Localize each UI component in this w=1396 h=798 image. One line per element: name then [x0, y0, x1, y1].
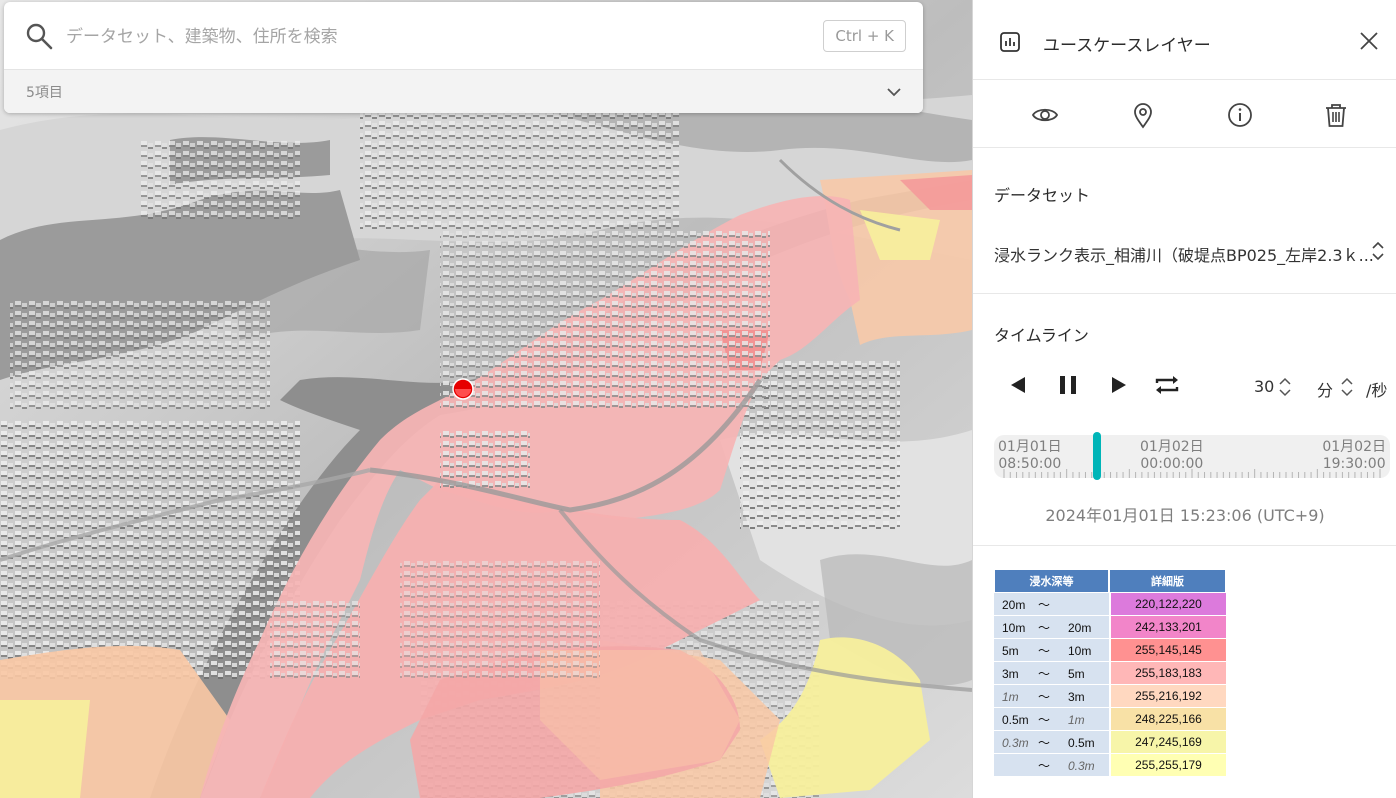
- legend-color-value: 242,133,201: [1109, 616, 1226, 639]
- pause-icon[interactable]: [1053, 370, 1083, 400]
- map-3d-scene[interactable]: [0, 0, 972, 798]
- play-reverse-icon[interactable]: [1003, 370, 1033, 400]
- legend-row: ～ 0.3m 255,255,179: [994, 754, 1226, 777]
- speed-unit[interactable]: 分: [1317, 377, 1333, 401]
- select-arrows-icon[interactable]: [1370, 238, 1386, 264]
- search-bar: Ctrl + K: [4, 2, 923, 70]
- legend-range-to: 1m: [1068, 712, 1085, 727]
- search-results-summary[interactable]: 5項目: [4, 70, 923, 113]
- legend-range-to: 5m: [1068, 666, 1085, 681]
- search-input[interactable]: [66, 20, 766, 54]
- legend-range-to: 0.5m: [1068, 735, 1095, 750]
- timeline-mid-date: 01月02日: [1140, 439, 1204, 455]
- legend-range-sep: ～: [1038, 712, 1051, 727]
- timeline-start-date: 01月01日: [998, 439, 1062, 455]
- legend-range-sep: ～: [1038, 689, 1051, 704]
- map-pin-icon[interactable]: [1129, 101, 1157, 129]
- legend-range: 1m ～ 3m: [994, 685, 1109, 708]
- legend-range-from: 20m: [1002, 597, 1026, 612]
- timeline-end-time: 19:30:00: [1322, 456, 1386, 472]
- legend-range: 3m ～ 5m: [994, 662, 1109, 685]
- shortcut-hint: Ctrl + K: [823, 20, 906, 52]
- flood-depth-legend: 浸水深等 詳細版 20m ～ 220,122,220 10m ～ 20m 242,133,2…: [994, 569, 1226, 777]
- timeline-handle[interactable]: [1092, 432, 1101, 480]
- legend-range-sep: ～: [1038, 620, 1051, 635]
- legend-row: 10m ～ 20m 242,133,201: [994, 616, 1226, 639]
- play-icon[interactable]: [1104, 370, 1134, 400]
- legend-color-value: 255,216,192: [1109, 685, 1226, 708]
- repeat-icon[interactable]: [1152, 370, 1182, 400]
- timeline-mid-time: 00:00:00: [1140, 456, 1204, 472]
- search-panel: Ctrl + K 5項目: [4, 2, 923, 113]
- timeline-slider[interactable]: 01月01日 08:50:00 01月02日 00:00:00 01月02日 1…: [994, 432, 1390, 480]
- layer-panel: ユースケースレイヤー データセット 浸水ランク表示_相浦川（破堤点BP025_左…: [972, 0, 1396, 798]
- result-count: 5項目: [26, 85, 63, 101]
- legend-range-from: 0.5m: [1002, 712, 1029, 727]
- legend-color-value: 255,145,145: [1109, 639, 1226, 662]
- legend-range-from: 5m: [1002, 643, 1019, 658]
- layer-toolbar: [973, 80, 1396, 148]
- legend-range-sep: ～: [1038, 735, 1051, 750]
- eye-icon[interactable]: [1031, 101, 1059, 129]
- legend-color-value: 248,225,166: [1109, 708, 1226, 731]
- chart-bar-icon: [1000, 32, 1020, 52]
- dataset-label: データセット: [994, 186, 1091, 205]
- legend-color-value: 220,122,220: [1109, 593, 1226, 616]
- legend-range: 0.3m ～ 0.5m: [994, 731, 1109, 754]
- timeline-end: 01月02日 19:30:00: [1322, 439, 1386, 473]
- legend-header-detail: 詳細版: [1109, 569, 1226, 593]
- timeline-end-date: 01月02日: [1322, 439, 1386, 455]
- legend-range-from: 10m: [1002, 620, 1026, 635]
- legend-range: 0.5m ～ 1m: [994, 708, 1109, 731]
- legend-range: 20m ～: [994, 593, 1109, 616]
- close-icon[interactable]: [1356, 28, 1382, 54]
- dataset-section: データセット 浸水ランク表示_相浦川（破堤点BP025_左岸2.3ｋ...: [973, 148, 1396, 294]
- legend-range-sep: ～: [1038, 643, 1051, 658]
- legend-range: 10m ～ 20m: [994, 616, 1109, 639]
- dataset-select[interactable]: 浸水ランク表示_相浦川（破堤点BP025_左岸2.3ｋ...: [994, 242, 1374, 266]
- timeline-start: 01月01日 08:50:00: [998, 439, 1062, 473]
- info-icon[interactable]: [1226, 101, 1254, 129]
- legend-row: 20m ～ 220,122,220: [994, 593, 1226, 616]
- legend-range-from: 0.3m: [1002, 735, 1029, 750]
- chevron-down-icon[interactable]: [885, 83, 903, 101]
- legend-range-sep: ～: [1038, 758, 1051, 773]
- unit-stepper-icon[interactable]: [1340, 375, 1354, 399]
- timeline-start-time: 08:50:00: [998, 456, 1062, 472]
- legend-row: 0.3m ～ 0.5m 247,245,169: [994, 731, 1226, 754]
- legend-row: 5m ～ 10m 255,145,145: [994, 639, 1226, 662]
- legend-row: 1m ～ 3m 255,216,192: [994, 685, 1226, 708]
- legend-header-depth: 浸水深等: [994, 569, 1109, 593]
- breach-point-marker[interactable]: [452, 378, 474, 400]
- speed-suffix: /秒: [1366, 381, 1388, 400]
- legend-row: 0.5m ～ 1m 248,225,166: [994, 708, 1226, 731]
- legend-range-from: 1m: [1002, 689, 1019, 704]
- legend-body: 20m ～ 220,122,220 10m ～ 20m 242,133,201 5m ～ 10m 2…: [994, 593, 1226, 777]
- legend-range: 5m ～ 10m: [994, 639, 1109, 662]
- legend-color-value: 247,245,169: [1109, 731, 1226, 754]
- legend-range: ～ 0.3m: [994, 754, 1109, 777]
- panel-title: ユースケースレイヤー: [1043, 36, 1211, 56]
- legend-range-to: 20m: [1068, 620, 1092, 635]
- speed-stepper-icon[interactable]: [1278, 375, 1292, 399]
- trash-icon[interactable]: [1322, 101, 1350, 129]
- speed-value[interactable]: 30: [1254, 377, 1274, 396]
- search-icon: [26, 23, 53, 50]
- legend-color-value: 255,255,179: [1109, 754, 1226, 777]
- legend-range-sep: ～: [1038, 666, 1051, 681]
- current-time: 2024年01月01日 15:23:06 (UTC+9): [1045, 506, 1325, 525]
- legend-range-from: 3m: [1002, 666, 1019, 681]
- legend-row: 3m ～ 5m 255,183,183: [994, 662, 1226, 685]
- legend-color-value: 255,183,183: [1109, 662, 1226, 685]
- legend-range-to: 0.3m: [1068, 758, 1095, 773]
- app-root: Ctrl + K 5項目 ユースケースレイヤー: [0, 0, 1396, 798]
- legend-range-to: 3m: [1068, 689, 1085, 704]
- map-viewport[interactable]: [0, 0, 972, 798]
- legend-range-to: 10m: [1068, 643, 1092, 658]
- legend-range-sep: ～: [1038, 597, 1051, 612]
- timeline-label: タイムライン: [994, 326, 1089, 345]
- panel-header: ユースケースレイヤー: [973, 0, 1396, 80]
- timeline-section: タイムライン 30 分 /秒 01月01日 08:50:00 01月02日 00…: [973, 294, 1396, 546]
- timeline-mid: 01月02日 00:00:00: [1140, 439, 1204, 473]
